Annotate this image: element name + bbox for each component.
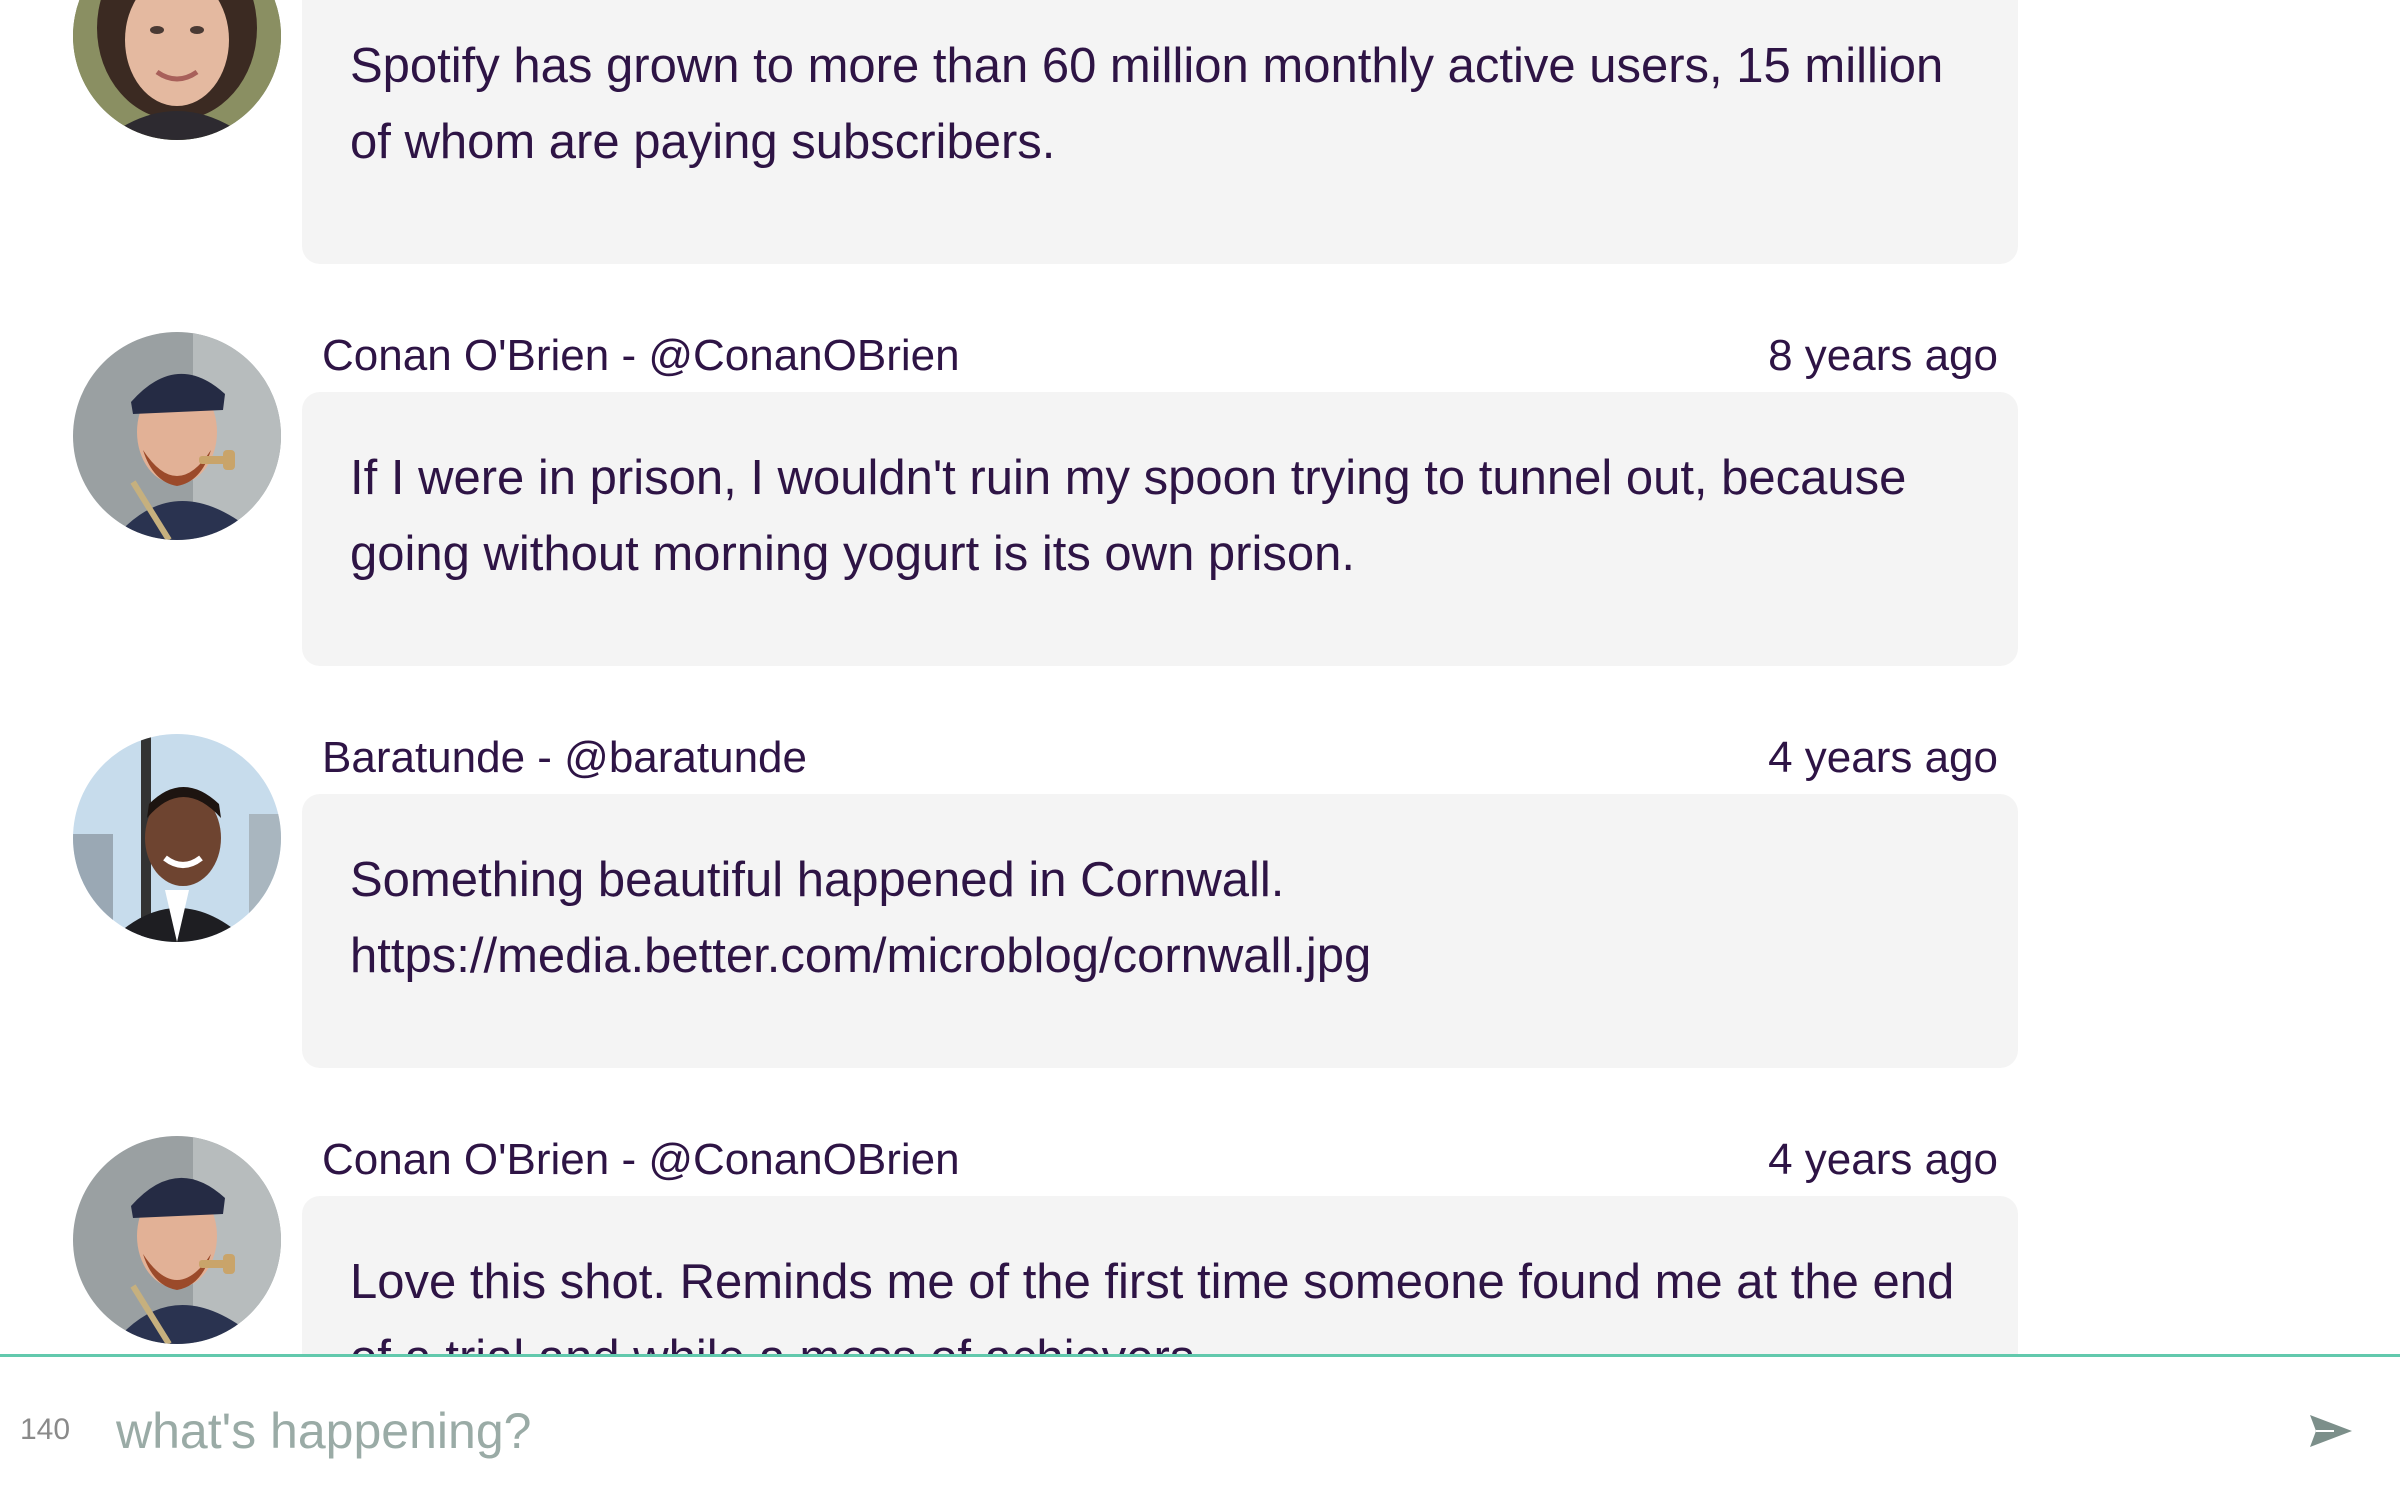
tweet-text: If I were in prison, I wouldn't ruin my … <box>350 451 1907 581</box>
tweet-bubble: If I were in prison, I wouldn't ruin my … <box>302 392 2018 666</box>
avatar-image <box>73 734 281 942</box>
tweet-meta: Baratunde - @baratunde 4 years ago <box>322 728 1998 788</box>
compose-input[interactable] <box>116 1391 2176 1471</box>
tweet-author[interactable]: Baratunde - @baratunde <box>322 728 807 788</box>
tweet-meta: Conan O'Brien - @ConanOBrien 8 years ago <box>322 326 1998 386</box>
avatar-image <box>73 1136 281 1344</box>
avatar-image <box>73 332 281 540</box>
compose-bar: 140 <box>0 1354 2400 1508</box>
tweet-bubble: Something beautiful happened in Cornwall… <box>302 794 2018 1068</box>
tweet-timestamp: 8 years ago <box>1768 331 1998 380</box>
avatar-conan[interactable] <box>73 332 281 540</box>
tweet-feed[interactable]: Spotify has grown to more than 60 millio… <box>0 0 2400 1354</box>
tweet-text: Spotify has grown to more than 60 millio… <box>350 39 1944 169</box>
tweet-text: Love this shot. Reminds me of the first … <box>350 1255 1955 1354</box>
avatar-baratunde[interactable] <box>73 734 281 942</box>
send-button[interactable] <box>2300 1401 2360 1461</box>
tweet-bubble: Spotify has grown to more than 60 millio… <box>302 0 2018 264</box>
avatar-woman[interactable] <box>73 0 281 140</box>
tweet-author[interactable]: Conan O'Brien - @ConanOBrien <box>322 1130 960 1190</box>
send-icon <box>2310 1415 2352 1447</box>
avatar-conan[interactable] <box>73 1136 281 1344</box>
tweet-meta: Conan O'Brien - @ConanOBrien 4 years ago <box>322 1130 1998 1190</box>
tweet-bubble: Love this shot. Reminds me of the first … <box>302 1196 2018 1354</box>
tweet-text: Something beautiful happened in Cornwall… <box>350 853 1372 983</box>
character-counter: 140 <box>20 1413 71 1446</box>
avatar-image <box>73 0 281 140</box>
tweet-timestamp: 4 years ago <box>1768 733 1998 782</box>
tweet-timestamp: 4 years ago <box>1768 1135 1998 1184</box>
tweet-author[interactable]: Conan O'Brien - @ConanOBrien <box>322 326 960 386</box>
